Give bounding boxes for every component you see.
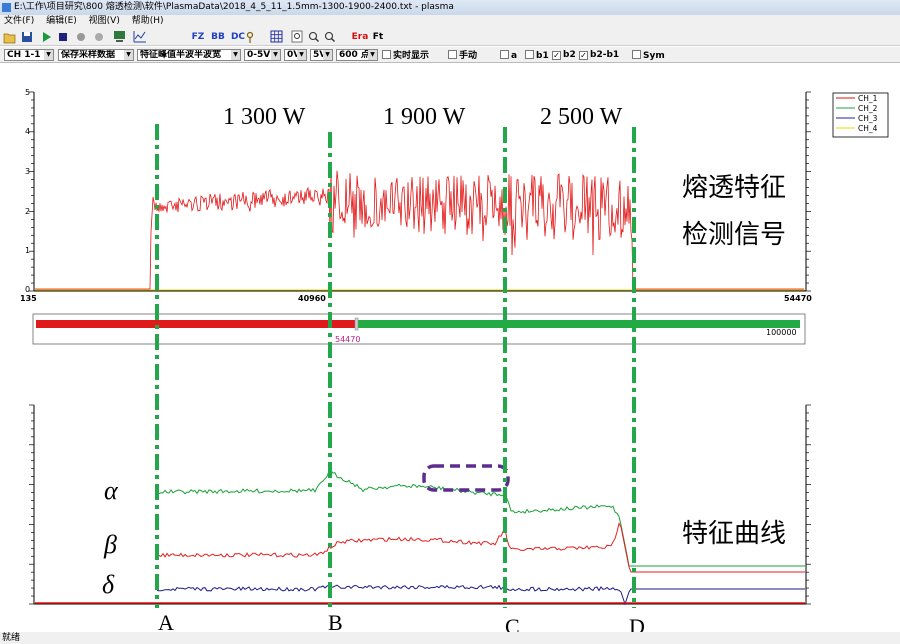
x-mid-label: 40960	[298, 294, 326, 303]
legend-ch1: CH_1	[858, 94, 878, 103]
y-tick-label: 1	[25, 246, 30, 255]
x-end-label: 54470	[784, 294, 812, 303]
progress-fill	[36, 320, 355, 328]
progress-position-label: 54470	[335, 335, 360, 344]
delta-curve	[156, 584, 805, 606]
legend: CH_1 CH_2 CH_3 CH_4	[832, 92, 889, 138]
progress-thumb[interactable]	[354, 317, 359, 331]
marker-label-c: C	[505, 614, 520, 632]
tick-marks	[29, 404, 811, 605]
progress-max-label: 100000	[766, 328, 797, 337]
annotation-feature-curves: 特征曲线	[682, 519, 786, 549]
progress-remaining	[358, 320, 800, 328]
legend-ch4: CH_4	[858, 124, 878, 133]
progress-track	[32, 313, 806, 345]
annotation-detection-signal: 检测信号	[682, 220, 786, 250]
top-y-axis: 5 4 3 2 1 0	[25, 88, 30, 294]
marker-label-a: A	[158, 610, 174, 632]
marker-label-b: B	[328, 610, 343, 632]
y-tick-label: 5	[25, 88, 30, 97]
annotation-penetration-feature: 熔透特征	[682, 173, 786, 203]
beta-label: β	[103, 530, 117, 559]
status-text: 就绪	[2, 633, 21, 643]
alpha-label: α	[104, 476, 119, 505]
legend-ch2: CH_2	[858, 104, 878, 113]
power-label-1300: 1 300 W	[223, 104, 306, 130]
bottom-chart-frame	[33, 405, 807, 605]
plot-area: 5 4 3 2 1 0 135 40960 54470 CH_1 CH_2 CH…	[20, 88, 889, 632]
power-label-2500: 2 500 W	[540, 104, 623, 130]
status-bar: 就绪	[0, 632, 900, 644]
marker-label-d: D	[629, 614, 645, 632]
y-tick-label: 0	[25, 285, 30, 294]
progress-bar[interactable]: 54470 100000	[32, 313, 806, 345]
highlight-region	[422, 464, 510, 492]
delta-label: δ	[102, 570, 115, 599]
power-label-1900: 1 900 W	[383, 104, 466, 130]
marker-lines	[155, 124, 636, 608]
x-start-label: 135	[20, 294, 37, 303]
legend-ch3: CH_3	[858, 114, 878, 123]
